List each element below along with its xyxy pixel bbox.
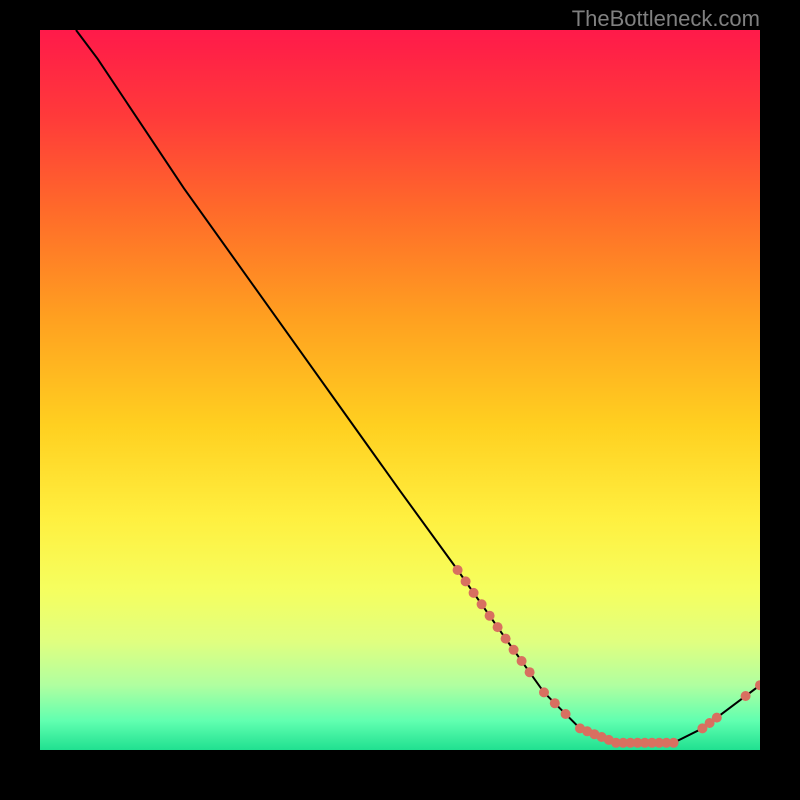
data-point: [517, 656, 527, 666]
data-markers: [453, 565, 760, 748]
chart-curve-layer: [40, 30, 760, 750]
data-point: [485, 611, 495, 621]
data-point: [712, 713, 722, 723]
data-point: [453, 565, 463, 575]
data-point: [501, 634, 511, 644]
data-point: [561, 709, 571, 719]
data-point: [477, 599, 487, 609]
data-point: [741, 691, 751, 701]
chart-plot-area: [40, 30, 760, 750]
data-point: [469, 588, 479, 598]
data-point: [525, 667, 535, 677]
data-point: [461, 576, 471, 586]
data-point: [493, 622, 503, 632]
data-point: [539, 687, 549, 697]
bottleneck-curve: [76, 30, 760, 743]
watermark-text: TheBottleneck.com: [572, 6, 760, 32]
data-point: [669, 738, 679, 748]
data-point: [509, 645, 519, 655]
data-point: [550, 698, 560, 708]
